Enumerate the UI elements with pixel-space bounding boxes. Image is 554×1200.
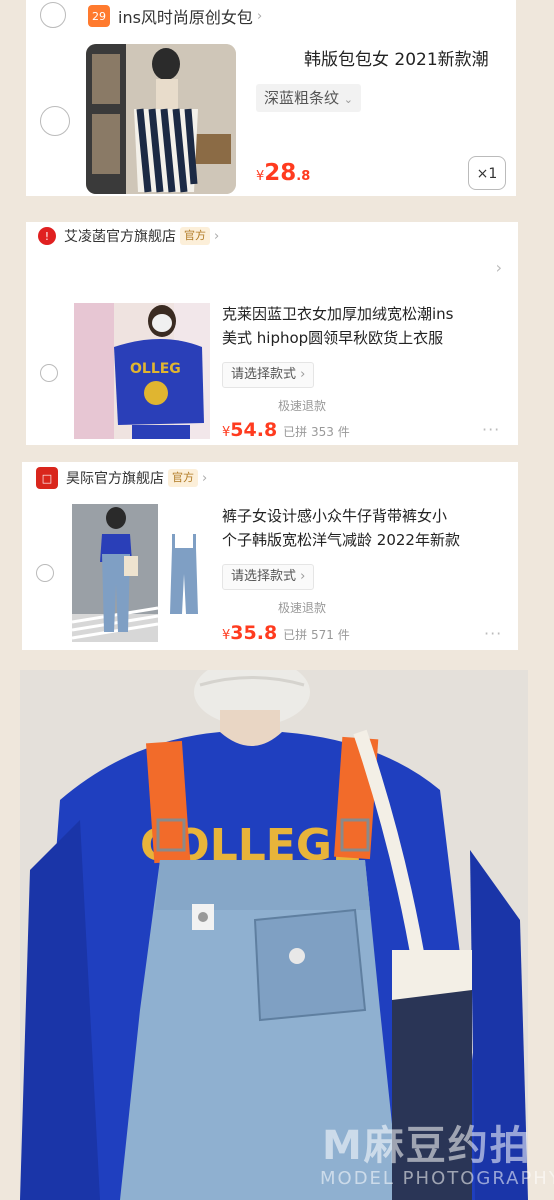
product-price: ¥35.8 已拼 571 件 <box>222 622 350 644</box>
overalls-photo <box>72 504 210 642</box>
official-badge: 官方 <box>180 227 210 245</box>
item-select-radio[interactable] <box>36 564 54 582</box>
watermark-subtitle: MODEL PHOTOGRAPHY <box>320 1168 554 1189</box>
product-title-line: 裤子女设计感小众牛仔背带裤女小 <box>222 507 448 525</box>
sold-count: 已拼 571 件 <box>283 628 350 642</box>
product-title[interactable]: 韩版包包女 2021新款潮 <box>304 46 489 74</box>
item-select-radio[interactable] <box>40 364 58 382</box>
cart-item-card: □ 昊际官方旗舰店 官方 › 裤子女设计感小众牛仔背带裤女小 个子韩版宽松洋气减… <box>22 462 518 650</box>
fast-refund-label: 极速退款 <box>278 399 327 413</box>
chevron-right-icon: › <box>300 367 306 382</box>
sku-selector[interactable]: 深蓝粗条纹 ⌄ <box>256 84 362 112</box>
sweatshirt-photo: OLLEG <box>74 303 210 439</box>
cart-item-card: ! 艾凌菡官方旗舰店 官方 › › OLLEG 克莱因蓝卫衣女加厚加绒宽松潮in… <box>26 222 518 445</box>
store-icon: 29 <box>88 5 110 27</box>
cart-item-card: 29 ins风时尚原创女包 › 韩版包包女 2021新款潮 深蓝粗条纹 ⌄ ¥2… <box>26 0 516 196</box>
shop-name: 昊际官方旗舰店 <box>66 471 164 487</box>
product-price: ¥54.8 已拼 353 件 <box>222 419 350 441</box>
sku-label: 请选择款式 <box>231 367 297 382</box>
shop-header[interactable]: ! 艾凌菡官方旗舰店 官方 › <box>38 222 518 250</box>
watermark-logo: M麻豆约拍 <box>322 1123 532 1169</box>
product-price: ¥28.8 <box>256 160 310 186</box>
sku-label: 请选择款式 <box>231 569 297 584</box>
chevron-right-icon: › <box>300 569 306 584</box>
product-title[interactable]: 克莱因蓝卫衣女加厚加绒宽松潮ins 美式 hiphop圆领早秋欧货上衣服 <box>222 302 514 350</box>
product-title-line: 个子韩版宽松洋气减龄 2022年新款 <box>222 531 460 549</box>
shop-name: 艾凌菡官方旗舰店 <box>64 229 176 245</box>
product-thumbnail[interactable] <box>72 504 210 642</box>
chevron-right-icon: › <box>214 228 220 244</box>
product-thumbnail[interactable] <box>86 44 236 194</box>
bag-photo <box>86 44 236 194</box>
more-icon[interactable]: ··· <box>484 624 502 643</box>
product-title-line: 克莱因蓝卫衣女加厚加绒宽松潮ins <box>222 305 454 323</box>
chevron-right-icon[interactable]: › <box>496 258 502 277</box>
shop-name: ins风时尚原创女包 <box>118 8 253 27</box>
price-decimal: .8 <box>296 169 311 184</box>
sku-selector[interactable]: 请选择款式 › <box>222 564 315 590</box>
product-thumbnail[interactable]: OLLEG <box>74 303 210 439</box>
product-title[interactable]: 裤子女设计感小众牛仔背带裤女小 个子韩版宽松洋气减龄 2022年新款 <box>222 504 516 552</box>
select-all-shop-radio[interactable] <box>40 2 66 28</box>
fast-refund-label: 极速退款 <box>278 601 327 615</box>
price-value: 54.8 <box>230 419 278 441</box>
store-icon: □ <box>36 467 58 489</box>
sku-selector[interactable]: 请选择款式 › <box>222 362 315 388</box>
official-store-icon: ! <box>38 227 56 245</box>
sku-label: 深蓝粗条纹 <box>264 89 340 107</box>
quantity-stepper[interactable]: ×1 <box>468 156 506 190</box>
price-value: 35.8 <box>230 622 278 644</box>
product-title-line: 美式 hiphop圆领早秋欧货上衣服 <box>222 329 444 347</box>
svg-text:OLLEG: OLLEG <box>130 361 181 377</box>
sold-count: 已拼 353 件 <box>283 425 350 439</box>
shop-header[interactable]: □ 昊际官方旗舰店 官方 › <box>36 464 518 492</box>
official-badge: 官方 <box>168 469 198 487</box>
chevron-right-icon: › <box>256 8 263 24</box>
chevron-down-icon: ⌄ <box>343 93 354 106</box>
shop-header[interactable]: 29 ins风时尚原创女包 › <box>88 2 516 30</box>
more-icon[interactable]: ··· <box>482 420 500 439</box>
item-select-radio[interactable] <box>40 106 70 136</box>
price-integer: 28 <box>264 160 297 186</box>
chevron-right-icon: › <box>202 470 208 486</box>
